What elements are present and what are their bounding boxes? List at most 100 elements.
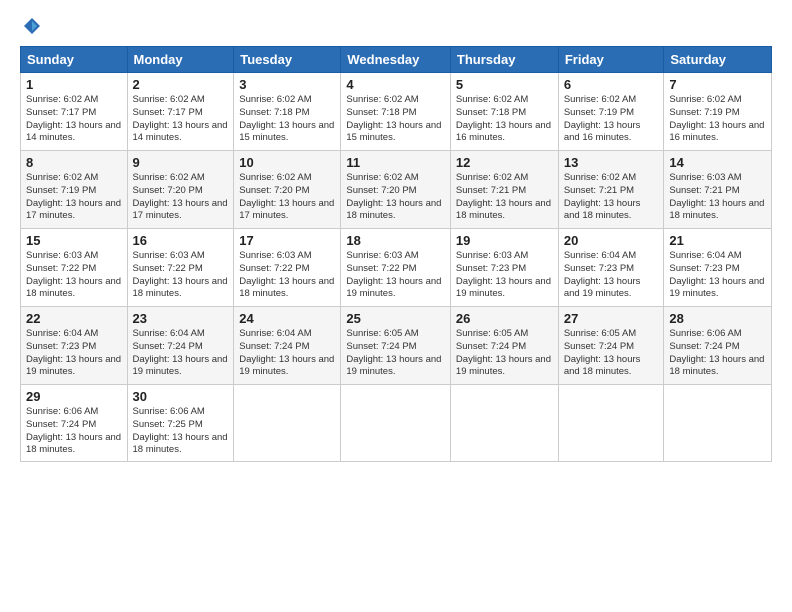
day-info: Sunrise: 6:02 AMSunset: 7:20 PMDaylight:… xyxy=(133,172,229,223)
day-info: Sunrise: 6:02 AMSunset: 7:21 PMDaylight:… xyxy=(564,172,659,223)
day-number: 28 xyxy=(669,311,766,326)
header xyxy=(20,16,772,36)
calendar-cell: 8 Sunrise: 6:02 AMSunset: 7:19 PMDaylight… xyxy=(21,151,128,229)
day-number: 18 xyxy=(346,233,445,248)
calendar-cell: 27 Sunrise: 6:05 AMSunset: 7:24 PMDayligh… xyxy=(558,307,664,385)
calendar-week-2: 8 Sunrise: 6:02 AMSunset: 7:19 PMDaylight… xyxy=(21,151,772,229)
day-number: 17 xyxy=(239,233,335,248)
day-number: 23 xyxy=(133,311,229,326)
day-info: Sunrise: 6:02 AMSunset: 7:17 PMDaylight:… xyxy=(26,94,122,145)
day-number: 26 xyxy=(456,311,553,326)
day-info: Sunrise: 6:02 AMSunset: 7:20 PMDaylight:… xyxy=(239,172,335,223)
calendar-cell: 30Sunrise: 6:06 AMSunset: 7:25 PMDayligh… xyxy=(127,385,234,462)
day-info: Sunrise: 6:03 AMSunset: 7:22 PMDaylight:… xyxy=(346,250,445,301)
calendar-cell: 16 Sunrise: 6:03 AMSunset: 7:22 PMDayligh… xyxy=(127,229,234,307)
calendar-cell: 3Sunrise: 6:02 AMSunset: 7:18 PMDaylight… xyxy=(234,73,341,151)
calendar-cell: 17Sunrise: 6:03 AMSunset: 7:22 PMDayligh… xyxy=(234,229,341,307)
day-number: 9 xyxy=(133,155,229,170)
day-info: Sunrise: 6:02 AMSunset: 7:20 PMDaylight:… xyxy=(346,172,445,223)
day-number: 15 xyxy=(26,233,122,248)
calendar-cell: 18 Sunrise: 6:03 AMSunset: 7:22 PMDayligh… xyxy=(341,229,451,307)
calendar-cell xyxy=(450,385,558,462)
day-info: Sunrise: 6:04 AMSunset: 7:24 PMDaylight:… xyxy=(239,328,335,379)
calendar-header-row: SundayMondayTuesdayWednesdayThursdayFrid… xyxy=(21,47,772,73)
calendar-cell: 26 Sunrise: 6:05 AMSunset: 7:24 PMDayligh… xyxy=(450,307,558,385)
day-number: 8 xyxy=(26,155,122,170)
calendar-cell: 5 Sunrise: 6:02 AMSunset: 7:18 PMDaylight… xyxy=(450,73,558,151)
day-info: Sunrise: 6:02 AMSunset: 7:21 PMDaylight:… xyxy=(456,172,553,223)
calendar-cell: 6 Sunrise: 6:02 AMSunset: 7:19 PMDaylight… xyxy=(558,73,664,151)
calendar-header-wednesday: Wednesday xyxy=(341,47,451,73)
calendar-cell: 4Sunrise: 6:02 AMSunset: 7:18 PMDaylight… xyxy=(341,73,451,151)
day-info: Sunrise: 6:04 AMSunset: 7:23 PMDaylight:… xyxy=(26,328,122,379)
calendar-cell xyxy=(341,385,451,462)
calendar-cell: 24 Sunrise: 6:04 AMSunset: 7:24 PMDayligh… xyxy=(234,307,341,385)
day-info: Sunrise: 6:02 AMSunset: 7:18 PMDaylight:… xyxy=(456,94,553,145)
day-info: Sunrise: 6:02 AMSunset: 7:19 PMDaylight:… xyxy=(564,94,659,145)
calendar-cell: 28 Sunrise: 6:06 AMSunset: 7:24 PMDayligh… xyxy=(664,307,772,385)
day-number: 10 xyxy=(239,155,335,170)
day-info: Sunrise: 6:05 AMSunset: 7:24 PMDaylight:… xyxy=(564,328,659,379)
calendar-cell: 14 Sunrise: 6:03 AMSunset: 7:21 PMDayligh… xyxy=(664,151,772,229)
day-number: 6 xyxy=(564,77,659,92)
calendar-header-tuesday: Tuesday xyxy=(234,47,341,73)
day-number: 24 xyxy=(239,311,335,326)
day-number: 29 xyxy=(26,389,122,404)
calendar-week-3: 15 Sunrise: 6:03 AMSunset: 7:22 PMDayligh… xyxy=(21,229,772,307)
calendar-cell: 22 Sunrise: 6:04 AMSunset: 7:23 PMDayligh… xyxy=(21,307,128,385)
calendar-cell: 7 Sunrise: 6:02 AMSunset: 7:19 PMDaylight… xyxy=(664,73,772,151)
calendar-cell: 15 Sunrise: 6:03 AMSunset: 7:22 PMDayligh… xyxy=(21,229,128,307)
day-number: 16 xyxy=(133,233,229,248)
day-info: Sunrise: 6:03 AMSunset: 7:23 PMDaylight:… xyxy=(456,250,553,301)
day-number: 4 xyxy=(346,77,445,92)
day-number: 3 xyxy=(239,77,335,92)
day-info: Sunrise: 6:02 AMSunset: 7:17 PMDaylight:… xyxy=(133,94,229,145)
calendar-cell: 9 Sunrise: 6:02 AMSunset: 7:20 PMDaylight… xyxy=(127,151,234,229)
day-number: 22 xyxy=(26,311,122,326)
calendar-week-5: 29 Sunrise: 6:06 AMSunset: 7:24 PMDayligh… xyxy=(21,385,772,462)
page: SundayMondayTuesdayWednesdayThursdayFrid… xyxy=(0,0,792,612)
day-number: 25 xyxy=(346,311,445,326)
day-number: 12 xyxy=(456,155,553,170)
calendar-cell: 19 Sunrise: 6:03 AMSunset: 7:23 PMDayligh… xyxy=(450,229,558,307)
day-info: Sunrise: 6:02 AMSunset: 7:19 PMDaylight:… xyxy=(669,94,766,145)
day-info: Sunrise: 6:03 AMSunset: 7:22 PMDaylight:… xyxy=(26,250,122,301)
day-number: 7 xyxy=(669,77,766,92)
calendar-header-saturday: Saturday xyxy=(664,47,772,73)
day-info: Sunrise: 6:06 AMSunset: 7:24 PMDaylight:… xyxy=(26,406,122,457)
calendar-cell xyxy=(558,385,664,462)
day-info: Sunrise: 6:05 AMSunset: 7:24 PMDaylight:… xyxy=(456,328,553,379)
calendar: SundayMondayTuesdayWednesdayThursdayFrid… xyxy=(20,46,772,462)
day-number: 5 xyxy=(456,77,553,92)
day-info: Sunrise: 6:04 AMSunset: 7:23 PMDaylight:… xyxy=(669,250,766,301)
day-number: 1 xyxy=(26,77,122,92)
day-number: 27 xyxy=(564,311,659,326)
calendar-cell xyxy=(664,385,772,462)
calendar-header-friday: Friday xyxy=(558,47,664,73)
calendar-cell: 29 Sunrise: 6:06 AMSunset: 7:24 PMDayligh… xyxy=(21,385,128,462)
day-info: Sunrise: 6:02 AMSunset: 7:19 PMDaylight:… xyxy=(26,172,122,223)
calendar-cell: 23 Sunrise: 6:04 AMSunset: 7:24 PMDayligh… xyxy=(127,307,234,385)
calendar-cell: 20 Sunrise: 6:04 AMSunset: 7:23 PMDayligh… xyxy=(558,229,664,307)
day-number: 14 xyxy=(669,155,766,170)
calendar-cell: 12 Sunrise: 6:02 AMSunset: 7:21 PMDayligh… xyxy=(450,151,558,229)
day-number: 11 xyxy=(346,155,445,170)
day-info: Sunrise: 6:03 AMSunset: 7:22 PMDaylight:… xyxy=(133,250,229,301)
calendar-cell: 1 Sunrise: 6:02 AMSunset: 7:17 PMDaylight… xyxy=(21,73,128,151)
calendar-cell: 10 Sunrise: 6:02 AMSunset: 7:20 PMDayligh… xyxy=(234,151,341,229)
day-info: Sunrise: 6:04 AMSunset: 7:24 PMDaylight:… xyxy=(133,328,229,379)
calendar-header-sunday: Sunday xyxy=(21,47,128,73)
calendar-header-thursday: Thursday xyxy=(450,47,558,73)
day-info: Sunrise: 6:03 AMSunset: 7:21 PMDaylight:… xyxy=(669,172,766,223)
calendar-cell: 21Sunrise: 6:04 AMSunset: 7:23 PMDayligh… xyxy=(664,229,772,307)
day-info: Sunrise: 6:06 AMSunset: 7:24 PMDaylight:… xyxy=(669,328,766,379)
day-number: 20 xyxy=(564,233,659,248)
day-number: 19 xyxy=(456,233,553,248)
calendar-cell: 13Sunrise: 6:02 AMSunset: 7:21 PMDayligh… xyxy=(558,151,664,229)
logo-icon xyxy=(22,16,42,36)
calendar-cell: 11 Sunrise: 6:02 AMSunset: 7:20 PMDayligh… xyxy=(341,151,451,229)
day-info: Sunrise: 6:04 AMSunset: 7:23 PMDaylight:… xyxy=(564,250,659,301)
calendar-week-4: 22 Sunrise: 6:04 AMSunset: 7:23 PMDayligh… xyxy=(21,307,772,385)
calendar-cell xyxy=(234,385,341,462)
day-number: 2 xyxy=(133,77,229,92)
